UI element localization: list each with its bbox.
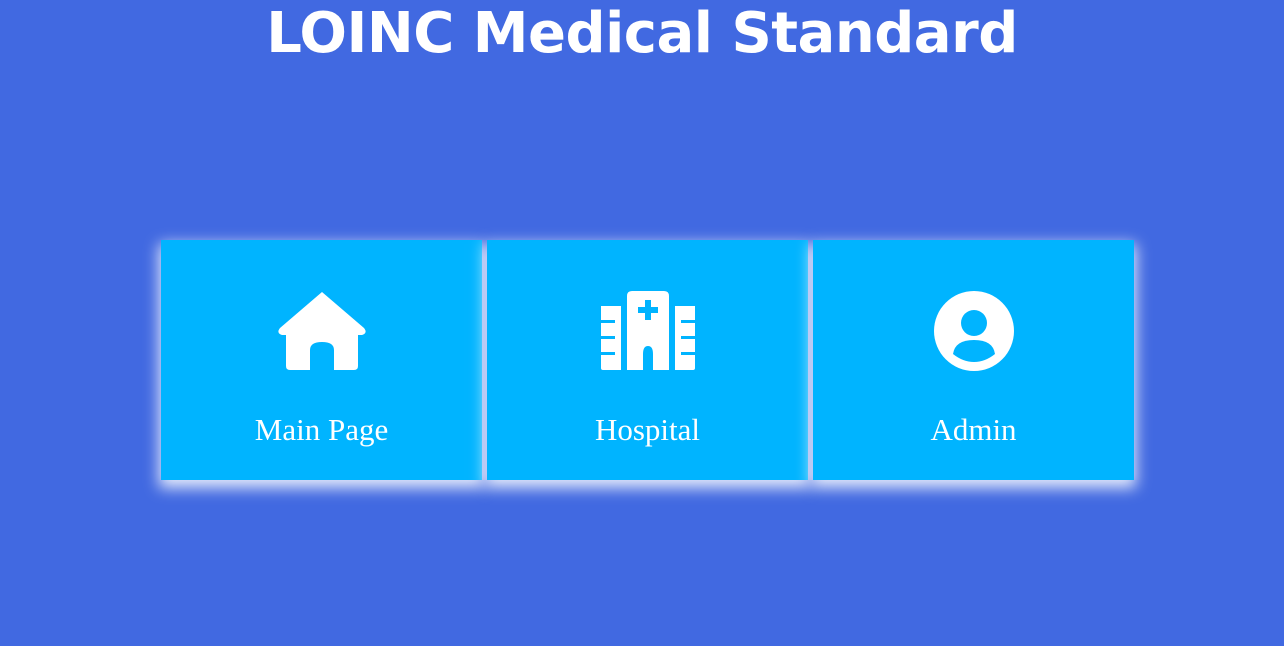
admin-label: Admin bbox=[930, 412, 1017, 447]
nav-cards: Main Page Hospital Admin bbox=[161, 240, 1134, 480]
user-circle-icon bbox=[813, 290, 1134, 372]
admin-card[interactable]: Admin bbox=[813, 240, 1134, 480]
hospital-label: Hospital bbox=[594, 412, 701, 447]
main-page-label: Main Page bbox=[254, 412, 389, 447]
hospital-card[interactable]: Hospital bbox=[487, 240, 808, 480]
main-page-card[interactable]: Main Page bbox=[161, 240, 482, 480]
page-title: LOINC Medical Standard bbox=[266, 1, 1018, 66]
hospital-icon bbox=[487, 290, 808, 372]
home-icon bbox=[161, 290, 482, 372]
page: LOINC Medical Standard Main Page Hospita… bbox=[0, 0, 1284, 646]
